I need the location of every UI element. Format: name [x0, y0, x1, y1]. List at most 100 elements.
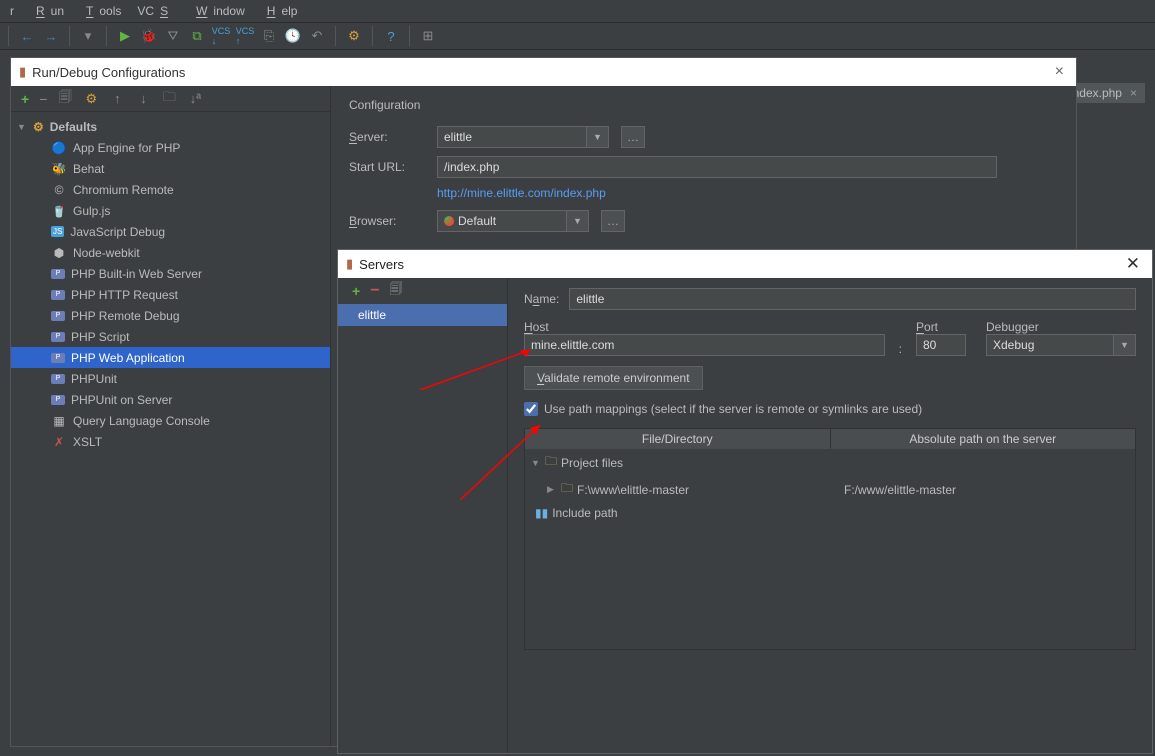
- edit-defaults-icon[interactable]: ⚙: [83, 91, 99, 107]
- revert-icon[interactable]: ↶: [309, 28, 325, 44]
- defaults-label: Defaults: [50, 120, 97, 134]
- tree-item[interactable]: PPHP Script: [11, 326, 330, 347]
- config-type-icon: 🐝: [51, 162, 67, 176]
- config-heading: Configuration: [349, 98, 1058, 112]
- tree-item[interactable]: PPHPUnit: [11, 368, 330, 389]
- php-icon: P: [51, 332, 65, 342]
- debug-icon[interactable]: 🐞: [141, 28, 157, 44]
- folder-icon: 🗀: [561, 479, 573, 500]
- port-input[interactable]: [916, 334, 966, 356]
- servers-titlebar[interactable]: ▮ Servers ✕: [338, 250, 1152, 278]
- move-down-icon[interactable]: ↓: [135, 91, 151, 107]
- servers-toolbar: + − 🗐: [338, 278, 507, 304]
- browser-dropdown-icon[interactable]: ▼: [567, 210, 589, 232]
- tree-item[interactable]: ⬢Node-webkit: [11, 242, 330, 263]
- copy-config-icon[interactable]: 🗐: [57, 91, 73, 107]
- debugger-combo[interactable]: [986, 334, 1114, 356]
- server-form: Name: Host : Port Debugger ▼: [508, 278, 1152, 753]
- config-type-icon: 🔵: [51, 141, 67, 155]
- tree-item[interactable]: JSJavaScript Debug: [11, 221, 330, 242]
- listen-icon[interactable]: ⧉: [189, 28, 205, 44]
- config-tree: ▼ ⚙ Defaults 🔵App Engine for PHP🐝Behat©C…: [11, 112, 330, 746]
- back-icon[interactable]: ←: [19, 28, 35, 44]
- help-icon[interactable]: ?: [383, 28, 399, 44]
- tree-item-label: Query Language Console: [73, 414, 210, 428]
- chrome-icon: [444, 216, 454, 226]
- close-tab-icon[interactable]: ×: [1130, 86, 1137, 100]
- project-files-row[interactable]: ▼ 🗀 Project files: [525, 449, 1135, 476]
- run-icon[interactable]: ▶: [117, 28, 133, 44]
- start-url-input[interactable]: [437, 156, 997, 178]
- collapse-arrow-icon[interactable]: ▼: [531, 458, 541, 468]
- tree-item-label: PHP Web Application: [71, 351, 185, 365]
- include-path-row[interactable]: ▮▮ Include path: [525, 503, 1135, 523]
- tree-item[interactable]: ©Chromium Remote: [11, 179, 330, 200]
- browser-combo[interactable]: Default: [437, 210, 567, 232]
- menu-vcs[interactable]: VCS: [131, 2, 180, 20]
- host-input[interactable]: [524, 334, 885, 356]
- dialog-close-icon[interactable]: ×: [1051, 63, 1068, 81]
- folder-icon[interactable]: 🗀: [161, 91, 177, 107]
- dialog-title: Run/Debug Configurations: [32, 65, 185, 80]
- servers-close-icon[interactable]: ✕: [1122, 254, 1144, 274]
- start-url-label: Start URL:: [349, 160, 429, 174]
- name-input[interactable]: [569, 288, 1136, 310]
- tree-item-label: PHP HTTP Request: [71, 288, 178, 302]
- add-config-icon[interactable]: +: [21, 91, 29, 107]
- mapping-row[interactable]: ▶ 🗀 F:\www\elittle-master F:/www/elittle…: [525, 476, 1135, 503]
- coverage-icon[interactable]: ⛛: [165, 28, 181, 44]
- path-mappings-checkbox[interactable]: [524, 402, 538, 416]
- history-icon[interactable]: 🕓: [285, 28, 301, 44]
- col-file-directory: File/Directory: [525, 429, 831, 449]
- remove-server-icon[interactable]: −: [370, 282, 379, 300]
- tree-item[interactable]: PPHP Remote Debug: [11, 305, 330, 326]
- menu-run[interactable]: Run: [24, 2, 70, 20]
- tree-item[interactable]: PPHP Built-in Web Server: [11, 263, 330, 284]
- server-dropdown-icon[interactable]: ▼: [587, 126, 609, 148]
- server-combo[interactable]: [437, 126, 587, 148]
- run-config-dropdown[interactable]: ▾: [80, 28, 96, 44]
- full-url-link[interactable]: http://mine.elittle.com/index.php: [437, 186, 1058, 200]
- tree-item[interactable]: 🐝Behat: [11, 158, 330, 179]
- include-path-icon: ▮▮: [535, 506, 548, 520]
- validate-button[interactable]: Validate remote environment: [524, 366, 703, 390]
- remote-path[interactable]: F:/www/elittle-master: [838, 478, 1135, 501]
- sort-icon[interactable]: ↓ª: [187, 91, 203, 107]
- expand-arrow-icon[interactable]: ▼: [17, 122, 27, 132]
- menu-tools[interactable]: Tools: [74, 2, 127, 20]
- vcs-update-icon[interactable]: VCS↓: [213, 28, 229, 44]
- settings-icon[interactable]: ⚙: [346, 28, 362, 44]
- move-up-icon[interactable]: ↑: [109, 91, 125, 107]
- tree-item[interactable]: ✗XSLT: [11, 431, 330, 452]
- host-port-separator: :: [899, 342, 902, 356]
- tree-item-label: Node-webkit: [73, 246, 140, 260]
- dialog-titlebar[interactable]: ▮ Run/Debug Configurations ×: [11, 58, 1076, 86]
- copy-server-icon[interactable]: 🗐: [390, 280, 403, 302]
- tree-item[interactable]: 🔵App Engine for PHP: [11, 137, 330, 158]
- tree-item[interactable]: PPHP Web Application: [11, 347, 330, 368]
- php-icon: P: [51, 269, 65, 279]
- menu-window[interactable]: Window: [184, 2, 251, 20]
- menu-help[interactable]: Help: [255, 2, 304, 20]
- tree-item-label: Chromium Remote: [73, 183, 174, 197]
- tree-item[interactable]: 🥤Gulp.js: [11, 200, 330, 221]
- forward-icon[interactable]: →: [43, 28, 59, 44]
- server-list-item[interactable]: elittle: [338, 304, 507, 326]
- defaults-node[interactable]: ▼ ⚙ Defaults: [11, 116, 330, 137]
- vcs-commit-icon[interactable]: VCS↑: [237, 28, 253, 44]
- debugger-dropdown-icon[interactable]: ▼: [1114, 334, 1136, 356]
- tree-item[interactable]: PPHPUnit on Server: [11, 389, 330, 410]
- remove-config-icon[interactable]: −: [39, 91, 47, 107]
- menu-leading: r: [4, 2, 20, 20]
- servers-list: elittle: [338, 304, 507, 753]
- server-browse-button[interactable]: …: [621, 126, 645, 148]
- tree-item[interactable]: ▦Query Language Console: [11, 410, 330, 431]
- tree-item-label: PHPUnit on Server: [71, 393, 172, 407]
- tree-item[interactable]: PPHP HTTP Request: [11, 284, 330, 305]
- host-label: Host: [524, 320, 885, 334]
- expand-arrow-icon[interactable]: ▶: [547, 484, 557, 495]
- project-structure-icon[interactable]: ⊞: [420, 28, 436, 44]
- browser-browse-button[interactable]: …: [601, 210, 625, 232]
- add-server-icon[interactable]: +: [352, 283, 360, 299]
- diff-icon[interactable]: ⎘: [261, 28, 277, 44]
